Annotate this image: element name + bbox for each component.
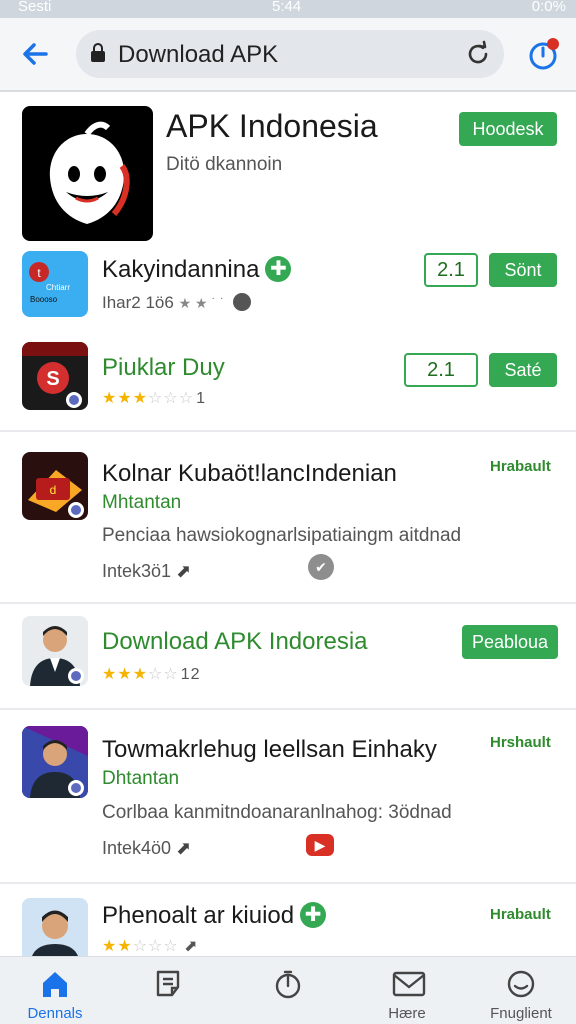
app-title[interactable]: Download APK Indoresia [102, 628, 368, 656]
video-icon[interactable]: ▶ [306, 834, 334, 856]
nav-label: Fnuglient [490, 1005, 552, 1022]
nav-item-profile[interactable]: Fnuglient [466, 957, 576, 1024]
app-tag: Hrabault [490, 458, 551, 475]
app-icon [22, 616, 88, 686]
app-title-text: Kakyindannina [102, 256, 260, 283]
document-icon [156, 970, 180, 997]
app-icon: d [22, 452, 88, 520]
featured-app[interactable]: APK Indonesia Ditö dkannoin Hoodesk [0, 96, 576, 246]
app-subtitle: Dhtantan [102, 768, 180, 789]
featured-app-icon [22, 106, 153, 241]
arrow-icon: ⬈ [176, 561, 192, 581]
divider [0, 882, 576, 884]
globe-icon [233, 293, 252, 311]
app-action-button[interactable]: Saté [489, 353, 557, 387]
list-item[interactable]: t Chtiarr Boooso Kakyindannina ✚ Ihar2 1ö… [0, 246, 576, 326]
back-button[interactable] [16, 34, 56, 74]
app-meta: Intek3ö1 ⬈ [102, 561, 191, 582]
rating-stars: ★★☆☆☆ ⬈ [102, 938, 199, 955]
version-badge[interactable]: 2.1 [404, 353, 478, 387]
list-item[interactable]: Download APK Indoresia ★★★☆☆ 12 Peabloua [0, 606, 576, 706]
app-icon: t Chtiarr Boooso [22, 251, 88, 317]
app-tag: Hrshault [490, 734, 551, 751]
app-title[interactable]: Phenoalt ar kiuiod ✚ [102, 902, 327, 930]
divider [0, 708, 576, 710]
version-badge[interactable]: 2.1 [424, 253, 478, 287]
list-item[interactable]: S Piuklar Duy ★★★☆☆☆ 1 2.1 Saté [0, 332, 576, 428]
app-title[interactable]: Kolnar Kubaöt!lancIndenian [102, 460, 397, 488]
app-description: Corlbaa kanmitndoanaranlnahog: 3ödnad [102, 802, 452, 823]
app-icon: S [22, 342, 88, 410]
home-icon [43, 972, 67, 997]
app-action-button[interactable]: Peabloua [462, 625, 558, 659]
game-logo-icon: d [28, 470, 84, 518]
verified-icon: ✚ [265, 256, 292, 282]
app-title[interactable]: Towmakrlehug leellsan Einhaky [102, 736, 437, 764]
reload-icon[interactable] [464, 40, 492, 68]
timer-icon [275, 970, 301, 999]
bottom-navigation: Dennals Hære Fnuglient [0, 956, 576, 1024]
arrow-left-icon [23, 43, 48, 65]
app-icon [22, 898, 88, 956]
person-avatar-icon [22, 726, 88, 798]
nav-item-document[interactable] [114, 957, 224, 1024]
app-title[interactable]: Kakyindannina ✚ [102, 256, 292, 284]
lock-icon [91, 43, 105, 62]
app-meta: Ihar2 1ö6 ★ ★ ˙ ˙ [102, 293, 252, 313]
rating-stars: ★ ★ ˙ ˙ [178, 295, 225, 311]
url-text[interactable]: Download APK [118, 41, 278, 69]
mail-icon [392, 971, 426, 997]
nav-label: Hære [388, 1005, 426, 1022]
list-item[interactable]: d Kolnar Kubaöt!lancIndenian Hrabault Mh… [0, 440, 576, 600]
featured-app-title[interactable]: APK Indonesia [166, 108, 378, 145]
list-item[interactable]: Phenoalt ar kiuiod ✚ Hrabault ★★☆☆☆ ⬈ [0, 888, 576, 956]
app-subtitle: Mhtantan [102, 492, 182, 513]
app-icon-line: Chtiarr [46, 283, 71, 292]
person-avatar-icon [32, 910, 78, 956]
verified-icon: ✚ [300, 902, 327, 928]
app-action-button[interactable]: Sönt [489, 253, 557, 287]
status-battery: 0:0% [531, 0, 566, 15]
rating-count: 12 [180, 666, 201, 683]
nav-item-mail[interactable]: Hære [352, 957, 462, 1024]
rating-count: 1 [196, 390, 206, 407]
rating-stars: ★★★☆☆☆ 1 [102, 390, 206, 407]
s-logo-icon: S [22, 342, 88, 408]
app-meta: Intek4ö0 ⬈ [102, 838, 191, 859]
status-carrier: Sesti [18, 0, 52, 15]
app-meta-text: Ihar2 1ö6 [102, 293, 174, 312]
app-title-text: Phenoalt ar kiuiod [102, 902, 295, 929]
nav-item-home[interactable]: Dennals [0, 957, 110, 1024]
featured-app-subtitle: Ditö dkannoin [166, 154, 283, 175]
app-meta-text: Intek4ö0 [102, 838, 172, 858]
arrow-icon: ⬈ [176, 838, 192, 858]
app-meta-text: Intek3ö1 [102, 561, 172, 581]
person-avatar-icon [30, 626, 84, 686]
app-icon-line: Boooso [30, 295, 58, 304]
svg-text:S: S [46, 368, 59, 390]
smile-icon [507, 970, 535, 998]
divider [0, 430, 576, 432]
list-item[interactable]: Towmakrlehug leellsan Einhaky Hrshault D… [0, 716, 576, 880]
svg-text:d: d [50, 483, 57, 497]
app-title[interactable]: Piuklar Duy [102, 354, 225, 382]
app-tag: Hrabault [490, 906, 551, 923]
app-icon [22, 726, 88, 798]
status-time: 5:44 [272, 0, 302, 15]
app-description: Penciaa hawsiokognarlsipatiaingm aitdnad [102, 525, 462, 546]
ghost-face-icon [49, 121, 130, 224]
nav-item-timer[interactable] [233, 957, 343, 1024]
arrow-icon: ⬈ [178, 938, 199, 955]
browser-toolbar: Download APK [0, 18, 576, 92]
featured-app-button[interactable]: Hoodesk [459, 112, 557, 146]
divider [0, 602, 576, 604]
rating-stars: ★★★☆☆ 12 [102, 666, 201, 683]
nav-label: Dennals [27, 1005, 83, 1022]
notifications-icon[interactable] [526, 36, 562, 72]
check-icon[interactable]: ✔ [308, 554, 334, 580]
status-bar: Sesti 5:44 0:0% [0, 0, 576, 18]
url-bar[interactable]: Download APK [76, 30, 504, 78]
